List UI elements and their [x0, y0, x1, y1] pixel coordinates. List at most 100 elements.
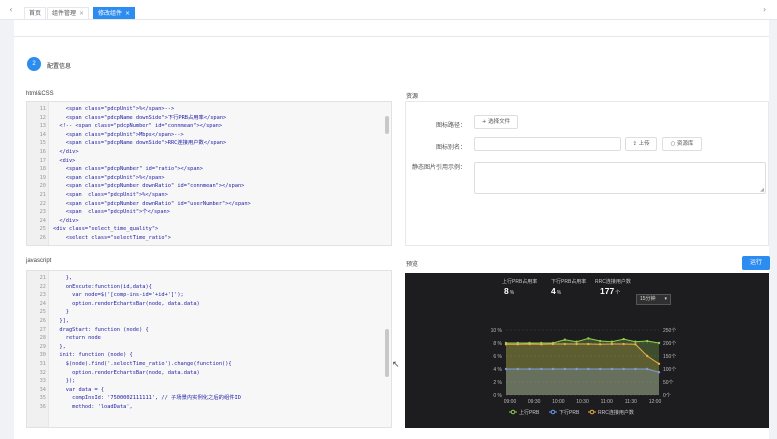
line-number: 24: [39, 217, 46, 224]
y-left-tick-label: 0 %: [493, 393, 502, 399]
data-point: [516, 343, 519, 346]
code-text: },: [53, 275, 73, 281]
step-number: 2: [27, 57, 41, 71]
x-tick-label: 11:00: [601, 399, 613, 405]
line-number: 21: [39, 275, 46, 281]
data-point: [575, 340, 578, 343]
data-point: [646, 354, 649, 358]
line-number: 29: [39, 343, 46, 350]
tab-label: 组件管理: [52, 11, 77, 17]
javascript-editor[interactable]: 21 }, 22 onExcute:function(id,data){23 va…: [26, 270, 392, 428]
legend-marker: [550, 409, 556, 415]
y-right-tick-label: 100个: [663, 367, 676, 373]
legend-marker: [510, 409, 516, 415]
scrollbar[interactable]: [385, 116, 389, 134]
tab-label: 首页: [29, 11, 42, 17]
line-number: 13: [39, 123, 46, 130]
tab-label: 修改组件: [98, 11, 123, 17]
line-number: 11: [39, 106, 46, 112]
tab-edit-component[interactable]: 修改组件 ×: [93, 7, 136, 19]
tab-scroll-left-icon[interactable]: ‹: [6, 5, 16, 14]
step-title: 配置信息: [47, 64, 72, 70]
scrollbar[interactable]: [385, 329, 389, 377]
code-text: $(node).find('.selectTime_ratio').change…: [53, 361, 232, 367]
icon-alias-label: 图标别名：: [435, 145, 466, 151]
code-text: </div>: [53, 149, 79, 155]
y-right-tick-label: 50个: [663, 380, 674, 386]
data-point: [622, 342, 625, 346]
code-text: compInsId: '7500002111111', // 子场景内实例化之后…: [53, 395, 241, 402]
line-number: 26: [39, 235, 46, 241]
close-icon[interactable]: ×: [79, 10, 84, 17]
static-image-example-textarea[interactable]: ◢: [474, 162, 766, 194]
line-number: 15: [39, 140, 46, 147]
code-text: <span class="pdcpUnit">Mbps</span>-->: [53, 131, 184, 138]
line-number: 24: [39, 300, 46, 307]
code-text: </div>: [53, 217, 79, 224]
resize-handle-icon[interactable]: ◢: [760, 187, 764, 193]
code-text: dragStart: function (node) {: [53, 326, 149, 333]
code-text: <span class="pdcpUnit">个</span>: [53, 209, 170, 216]
line-number: 22: [39, 283, 46, 290]
tab-home[interactable]: 首页: [24, 7, 47, 19]
code-text: },: [53, 343, 66, 350]
tab-scroll-right-icon[interactable]: ›: [763, 5, 766, 14]
tab-component-management[interactable]: 组件管理 ×: [47, 7, 90, 19]
code-text: return node: [53, 335, 101, 342]
close-icon[interactable]: ×: [125, 10, 130, 17]
upload-button[interactable]: ⇪ 上传: [625, 137, 657, 151]
x-tick-label: 12:00: [649, 399, 662, 405]
line-number: 22: [39, 200, 46, 207]
legend-marker: [589, 409, 595, 415]
choose-file-button[interactable]: + 选择文件: [474, 115, 518, 129]
line-number: 25: [39, 226, 46, 233]
run-button[interactable]: 运行: [742, 256, 770, 270]
y-left-tick-label: 4 %: [493, 367, 502, 373]
resources-label: 资源: [406, 94, 419, 100]
line-number: 17: [39, 157, 46, 164]
line-number: 14: [39, 131, 46, 138]
line-number: 27: [39, 326, 46, 333]
y-right-tick-label: 150个: [663, 354, 676, 360]
line-number: 33: [39, 378, 46, 385]
code-text: });: [53, 378, 76, 385]
code-text: <div>: [53, 157, 76, 164]
data-point: [563, 342, 567, 346]
line-number: 16: [39, 149, 46, 155]
code-text: }: [53, 309, 69, 316]
y-left-tick-label: 2 %: [493, 380, 502, 386]
choose-file-label: 选择文件: [488, 119, 511, 125]
x-tick-label: 10:30: [576, 399, 589, 405]
data-point: [528, 342, 531, 346]
line-number: 21: [39, 192, 46, 198]
y-right-tick-label: 0个: [663, 393, 671, 399]
data-point: [575, 342, 578, 346]
data-point: [563, 338, 567, 341]
y-right-tick-label: 200个: [663, 341, 676, 347]
code-text: }],: [53, 318, 69, 324]
code-text: option.renderEchartsBar(node, data.data): [53, 369, 200, 376]
line-number: 30: [39, 352, 46, 359]
plus-icon: +: [481, 119, 487, 125]
x-tick-label: 09:30: [528, 399, 541, 405]
search-icon: ○: [670, 141, 676, 147]
tab-bar: ‹ 首页 组件管理 × 修改组件 × ›: [0, 0, 777, 20]
code-text: <!-- <span class="pdcpNumber" id="connme…: [53, 123, 223, 130]
resource-library-button[interactable]: ○ 资源库: [662, 137, 702, 151]
code-text: option.renderEchartsBar(node, data.data): [53, 300, 200, 307]
data-point: [646, 339, 649, 343]
legend-label: 下行PRB: [559, 409, 580, 416]
preview-label: 预览: [406, 262, 419, 268]
html-css-editor[interactable]: 11 <span class="pdcpUnit">%</span>--> 12 …: [26, 101, 392, 246]
code-text: <select class="selectTime_ratio">: [53, 235, 171, 241]
icon-alias-input[interactable]: [474, 137, 621, 151]
upload-icon: ⇪: [632, 141, 638, 147]
preview-panel: 上行PRB占用率 下行PRB占用率 RRC连接用户数 8% 4% 177个 15…: [405, 273, 769, 428]
line-number: 25: [39, 309, 46, 316]
data-point: [634, 343, 637, 346]
data-point: [622, 337, 625, 341]
code-text: init: function (node) {: [53, 352, 133, 359]
icon-path-label: 图标路径：: [435, 123, 466, 129]
line-number: 26: [39, 318, 46, 324]
line-number: 35: [39, 395, 46, 402]
